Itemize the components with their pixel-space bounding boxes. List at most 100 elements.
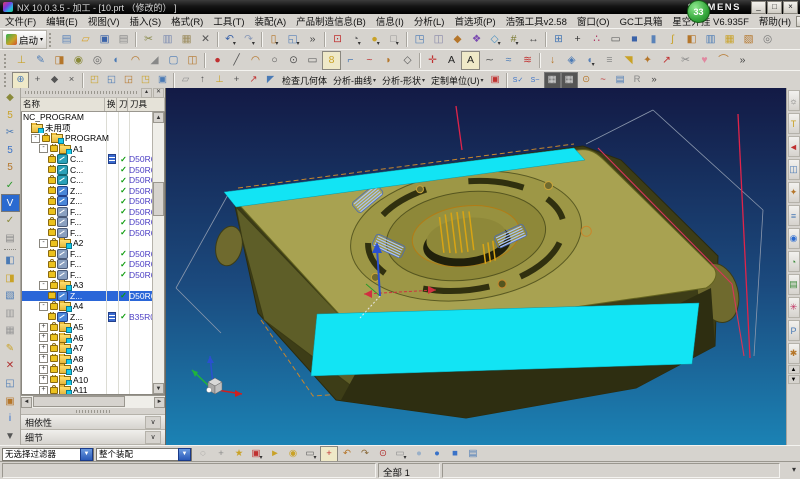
- collapse-toggle[interactable]: -: [31, 134, 40, 143]
- tree-row[interactable]: Z...✓D50R6: [22, 196, 153, 207]
- window-icon[interactable]: ◱▾: [284, 30, 303, 49]
- title-bar[interactable]: NX 10.0.3.5 - 加工 - [10.prt （修改的） ] SIEME…: [0, 0, 800, 14]
- tree-row[interactable]: C...✓D50R6: [22, 154, 153, 165]
- tree-row[interactable]: +A8: [22, 354, 153, 365]
- expand-toggle[interactable]: +: [39, 365, 48, 374]
- offset-surface-icon[interactable]: ↗: [657, 51, 676, 70]
- tree-row[interactable]: -A2: [22, 238, 153, 249]
- expand-toggle[interactable]: +: [39, 375, 48, 384]
- web-browser-icon[interactable]: ◉: [788, 228, 800, 249]
- rotate-selection-icon[interactable]: ↷: [356, 446, 374, 463]
- reuse-library-icon[interactable]: ✦: [788, 182, 800, 203]
- tree-row[interactable]: +A10: [22, 375, 153, 386]
- tree-row[interactable]: +A6: [22, 333, 153, 344]
- hd3d-tools-icon[interactable]: ≡: [788, 205, 800, 226]
- window-list-icon[interactable]: ▾: [792, 465, 796, 474]
- panel-close-button[interactable]: ✕: [153, 88, 164, 98]
- curvature-analysis-icon[interactable]: S~: [527, 72, 544, 89]
- column-header[interactable]: 名称: [21, 98, 105, 111]
- more-analysis-icon[interactable]: »: [646, 72, 663, 89]
- reflection-analysis-icon[interactable]: ▦: [561, 72, 578, 89]
- assembly-navigator-icon[interactable]: T: [788, 113, 800, 134]
- post-process-icon[interactable]: ▤: [1, 229, 20, 247]
- spline-icon[interactable]: ∼: [480, 51, 499, 70]
- scroll-right-button[interactable]: ►: [154, 397, 165, 408]
- helix-icon[interactable]: 8: [322, 51, 341, 70]
- save-icon[interactable]: ▣: [95, 30, 114, 49]
- polygon-icon[interactable]: ◇: [398, 51, 417, 70]
- dropdown-arrow-icon[interactable]: ▾: [252, 40, 255, 48]
- scroll-up-button[interactable]: ▲: [153, 112, 164, 123]
- shell-icon[interactable]: ▢: [164, 51, 183, 70]
- details-section[interactable]: 细节 ∨: [21, 430, 165, 445]
- project-curve-icon[interactable]: ↓: [543, 51, 562, 70]
- close-button[interactable]: ×: [783, 1, 798, 14]
- menu-item[interactable]: 分析(L): [409, 14, 450, 28]
- unite-icon[interactable]: ◐: [107, 51, 126, 70]
- tree-row[interactable]: C...✓D50R6: [22, 175, 153, 186]
- menu-item[interactable]: 首选项(P): [449, 14, 500, 28]
- vericut-icon[interactable]: V: [1, 194, 20, 212]
- add-selection-icon[interactable]: +: [320, 446, 338, 463]
- style-sweep-icon[interactable]: ♥: [695, 51, 714, 70]
- mill-volume-icon[interactable]: ◳: [137, 72, 154, 89]
- dropdown-arrow-icon[interactable]: ▾: [592, 61, 595, 69]
- redo-icon[interactable]: ↷▾: [240, 30, 259, 49]
- plane-tool-icon[interactable]: ▱: [177, 72, 194, 89]
- display-tool-icon[interactable]: ▼: [1, 427, 20, 445]
- more-curves-icon[interactable]: »: [733, 51, 752, 70]
- copy-icon[interactable]: ▥: [158, 30, 177, 49]
- constraint-navigator-icon[interactable]: ◄: [788, 136, 800, 157]
- tree-row[interactable]: F...✓D50R6: [22, 259, 153, 270]
- tree-row[interactable]: C...✓D50R6: [22, 165, 153, 176]
- swept-icon[interactable]: ◖▾: [581, 51, 600, 70]
- orient-icon[interactable]: ◤: [262, 72, 279, 89]
- chamfer-icon[interactable]: ◢: [145, 51, 164, 70]
- analysis-link[interactable]: 分析-形状▾: [379, 74, 428, 87]
- operation-tree[interactable]: ▲ ▼ NC_PROGRAM未用项-PROGRAM-A1C...✓D50R6C.…: [21, 112, 165, 395]
- generate-toolpath-icon[interactable]: ✓: [1, 177, 20, 195]
- tree-row[interactable]: F...✓D50R6: [22, 207, 153, 218]
- collapse-toggle[interactable]: -: [39, 239, 48, 248]
- tree-row[interactable]: +A7: [22, 343, 153, 354]
- panel-collapse-button[interactable]: ▴: [141, 88, 152, 98]
- process-studio-icon[interactable]: ▤: [788, 274, 800, 295]
- history-icon[interactable]: ◔: [788, 251, 800, 272]
- open-folder-icon[interactable]: ▱: [76, 30, 95, 49]
- analysis-link[interactable]: 分析-曲线▾: [330, 74, 379, 87]
- dropdown-arrow-icon[interactable]: ▾: [498, 40, 501, 48]
- menu-item[interactable]: 浩强工具v2.58: [501, 14, 572, 28]
- tree-row[interactable]: F...✓D50R6: [22, 270, 153, 281]
- arrange-icon[interactable]: ↔: [524, 30, 543, 49]
- menu-item[interactable]: 编辑(E): [41, 14, 83, 28]
- scroll-down-button[interactable]: ▼: [153, 383, 164, 394]
- menu-item[interactable]: 信息(I): [371, 14, 409, 28]
- menu-item[interactable]: 装配(A): [250, 14, 292, 28]
- navigator-column-headers[interactable]: 名称换刀刀具: [21, 98, 165, 112]
- move-object-icon[interactable]: ◳: [410, 30, 429, 49]
- shaded-view-icon[interactable]: ●▾: [366, 30, 385, 49]
- bridge-curve-icon[interactable]: ⌒: [714, 51, 733, 70]
- menu-item[interactable]: 格式(R): [166, 14, 208, 28]
- hd3d-tool-icon[interactable]: ▣: [487, 72, 504, 89]
- sketch-icon[interactable]: ✎: [31, 51, 50, 70]
- trim-body-icon[interactable]: ◫: [183, 51, 202, 70]
- toolbar-grip[interactable]: [4, 73, 10, 87]
- dropdown-arrow-icon[interactable]: ▾: [515, 40, 518, 48]
- spiral-icon[interactable]: ʃ: [663, 30, 682, 49]
- resource-bar-scroll-down[interactable]: ▼: [788, 375, 800, 384]
- machine-tool-view-icon[interactable]: ✂: [1, 124, 20, 142]
- tree-horizontal-scrollbar[interactable]: ◄ ►: [21, 395, 165, 408]
- chevron-down-icon[interactable]: ∨: [145, 431, 161, 444]
- text-icon[interactable]: A: [442, 51, 461, 70]
- n-sided-icon[interactable]: ✦: [638, 51, 657, 70]
- dropdown-arrow-icon[interactable]: ▾: [377, 40, 380, 48]
- mcs-icon[interactable]: ▣: [154, 72, 171, 89]
- extrude-icon[interactable]: ◨: [50, 51, 69, 70]
- column-header[interactable]: 刀具: [128, 98, 165, 111]
- cursor-icon[interactable]: ►: [266, 446, 284, 463]
- settings-gear-icon[interactable]: ☼: [788, 90, 800, 111]
- assembly-constraints-icon[interactable]: ◫: [429, 30, 448, 49]
- resource-bar-scroll-up[interactable]: ▲: [788, 365, 800, 374]
- system-scenes-icon[interactable]: ✱: [788, 343, 800, 364]
